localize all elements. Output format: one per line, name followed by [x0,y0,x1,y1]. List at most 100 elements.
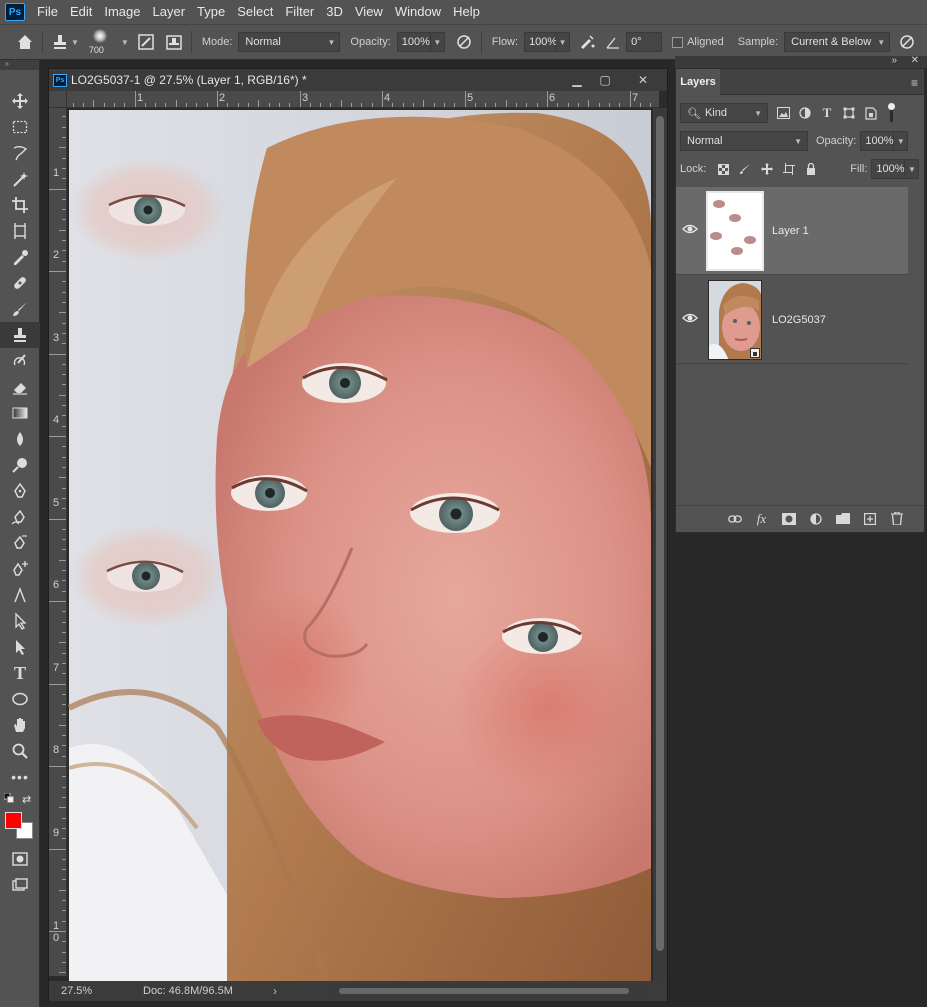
brush-tool-icon[interactable] [0,296,40,322]
filter-toggle[interactable] [886,103,896,123]
new-group-icon[interactable] [829,508,856,530]
layer-thumbnail[interactable] [708,280,762,360]
gradient-tool-icon[interactable] [0,400,40,426]
canvas[interactable] [67,108,651,982]
menu-layer[interactable]: Layer [147,0,192,24]
flow-input[interactable]: 100% [524,32,557,52]
path-selection-tool-icon[interactable] [0,608,40,634]
horizontal-ruler[interactable]: 1 2 3 4 5 6 7 [67,91,659,108]
menu-3d[interactable]: 3D [320,0,349,24]
clone-stamp-tool-icon[interactable] [0,322,40,348]
more-tools-icon[interactable]: ••• [0,764,40,790]
close-icon[interactable]: ✕ [911,55,919,66]
lock-image-pixels-icon[interactable] [734,160,756,178]
eyedropper-tool-icon[interactable] [0,244,40,270]
scrollbar-thumb[interactable] [656,116,664,951]
lock-transparent-pixels-icon[interactable] [712,160,734,178]
tab-layers[interactable]: Layers [676,69,720,95]
add-anchor-point-tool-icon[interactable] [0,556,40,582]
menu-type[interactable]: Type [191,0,231,24]
layer-row[interactable]: Layer 1 [676,187,908,275]
menu-window[interactable]: Window [389,0,447,24]
lock-position-icon[interactable] [756,160,778,178]
screen-mode-icon[interactable] [0,872,40,898]
filter-kind-select[interactable]: 🔍︎ Kind ▼ [680,103,768,123]
zoom-tool-icon[interactable] [0,738,40,764]
layer-name[interactable]: LO2G5037 [772,314,826,326]
ignore-adjustment-layers-icon[interactable] [896,31,918,53]
type-tool-icon[interactable]: T [0,660,40,686]
aligned-checkbox[interactable] [672,36,684,48]
fill-dropdown[interactable]: ▼ [905,159,920,179]
new-adjustment-layer-icon[interactable] [802,508,829,530]
collapse-icon[interactable]: » [0,60,39,70]
default-colors-icon[interactable] [3,792,14,803]
horizontal-scrollbar[interactable] [329,985,647,997]
magic-wand-tool-icon[interactable] [0,166,40,192]
home-icon[interactable] [14,31,36,53]
brush-settings-icon[interactable] [135,31,157,53]
swap-colors-icon[interactable]: ⇄ [22,793,31,806]
quick-mask-icon[interactable] [0,846,40,872]
pixel-layer-filter-icon[interactable] [772,103,794,123]
maximize-icon[interactable]: ▢ [589,69,621,91]
airbrush-icon[interactable] [576,31,598,53]
history-brush-tool-icon[interactable] [0,348,40,374]
move-tool-icon[interactable] [0,88,40,114]
lock-artboard-icon[interactable] [778,160,800,178]
shape-layer-filter-icon[interactable] [838,103,860,123]
freeform-pen-tool-icon[interactable] [0,504,40,530]
crop-tool-icon[interactable] [0,192,40,218]
hand-tool-icon[interactable] [0,712,40,738]
ellipse-tool-icon[interactable] [0,686,40,712]
menu-file[interactable]: File [31,0,64,24]
angle-input[interactable]: 0° [626,32,663,52]
chevron-right-icon[interactable]: › [273,984,277,998]
chevron-down-icon[interactable]: ▼ [121,38,129,47]
blend-mode-select[interactable]: Normal ▼ [680,131,808,151]
blur-tool-icon[interactable] [0,426,40,452]
type-layer-filter-icon[interactable]: T [816,103,838,123]
clone-stamp-preset-icon[interactable] [49,31,71,53]
pen-tool-icon[interactable] [0,478,40,504]
direct-selection-tool-icon[interactable] [0,634,40,660]
lasso-tool-icon[interactable] [0,140,40,166]
visibility-eye-icon[interactable] [682,221,700,239]
collapse-panels-icon[interactable]: » [891,55,897,66]
chevron-down-icon[interactable]: ▼ [71,38,79,47]
brush-preset-picker[interactable]: 700 [87,27,115,57]
menu-view[interactable]: View [349,0,389,24]
ruler-origin[interactable] [49,91,67,108]
vertical-scrollbar[interactable] [653,108,667,982]
foreground-color-swatch[interactable] [5,812,22,829]
dodge-tool-icon[interactable] [0,452,40,478]
fill-input[interactable]: 100% [871,159,906,179]
layer-row[interactable]: LO2G5037 [676,276,908,364]
new-layer-icon[interactable] [856,508,883,530]
pressure-opacity-icon[interactable] [453,31,475,53]
add-mask-icon[interactable] [775,508,802,530]
smart-object-filter-icon[interactable] [860,103,882,123]
opacity-dropdown[interactable]: ▼ [430,32,445,52]
zoom-level[interactable]: 27.5% [61,985,117,997]
convert-point-tool-icon[interactable] [0,582,40,608]
menu-edit[interactable]: Edit [64,0,98,24]
menu-image[interactable]: Image [98,0,146,24]
menu-filter[interactable]: Filter [279,0,320,24]
adjustment-layer-filter-icon[interactable] [794,103,816,123]
panel-menu-icon[interactable]: ≡ [911,76,918,90]
frame-tool-icon[interactable] [0,218,40,244]
link-layers-icon[interactable] [721,508,748,530]
lock-all-icon[interactable] [800,160,822,178]
flow-dropdown[interactable]: ▼ [556,32,571,52]
menu-select[interactable]: Select [231,0,279,24]
layer-effects-icon[interactable]: fx [748,508,775,530]
healing-brush-tool-icon[interactable] [0,270,40,296]
delete-layer-icon[interactable] [883,508,910,530]
menu-help[interactable]: Help [447,0,486,24]
document-tab[interactable]: Ps LO2G5037-1 @ 27.5% (Layer 1, RGB/16*)… [49,69,667,91]
layer-thumbnail[interactable] [706,191,764,271]
curvature-pen-tool-icon[interactable] [0,530,40,556]
scrollbar-thumb[interactable] [339,988,629,994]
eraser-tool-icon[interactable] [0,374,40,400]
